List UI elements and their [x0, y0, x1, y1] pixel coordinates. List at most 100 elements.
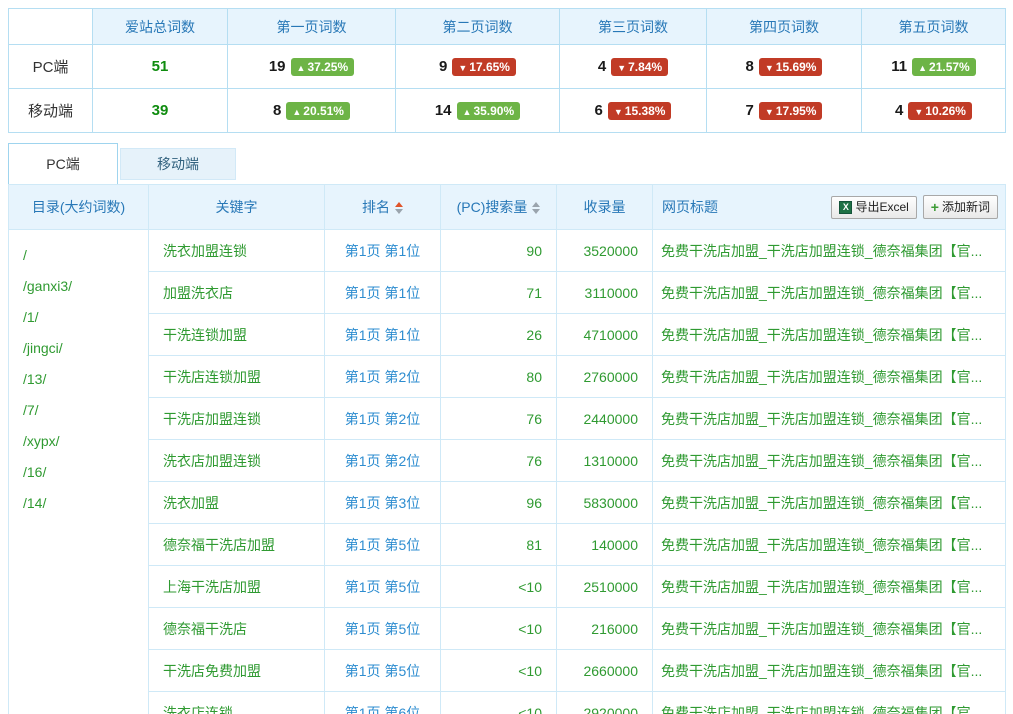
- down-arrow-icon: ▼: [614, 107, 623, 117]
- table-row: 德奈福干洗店 第1页 第5位 <10 216000 免费干洗店加盟_干洗店加盟连…: [9, 608, 1006, 650]
- rank-link[interactable]: 第1页 第3位: [325, 482, 441, 524]
- indexed-count-cell: 2440000: [557, 398, 653, 440]
- word-count: 8: [273, 102, 281, 119]
- change-percent: 10.26%: [925, 104, 966, 118]
- page-title-cell: 免费干洗店加盟_干洗店加盟连锁_德奈福集团【官...: [653, 356, 1006, 398]
- rank-link[interactable]: 第1页 第2位: [325, 398, 441, 440]
- tab-pc[interactable]: PC端: [8, 143, 118, 184]
- page-word-cell: 7▼17.95%: [707, 89, 862, 133]
- table-row: 干洗店加盟连锁 第1页 第2位 76 2440000 免费干洗店加盟_干洗店加盟…: [9, 398, 1006, 440]
- device-label: PC端: [9, 45, 93, 89]
- up-badge: ▲21.57%: [912, 58, 976, 76]
- keyword-cell: 上海干洗店加盟: [149, 566, 325, 608]
- keyword-table-body: //ganxi3//1//jingci//13//7//xypx//16//14…: [9, 230, 1006, 714]
- rank-link[interactable]: 第1页 第5位: [325, 524, 441, 566]
- page-title-cell: 免费干洗店加盟_干洗店加盟连锁_德奈福集团【官...: [653, 650, 1006, 692]
- page-word-cell: 8▼15.69%: [707, 45, 862, 89]
- page-word-cell: 9▼17.65%: [396, 45, 560, 89]
- down-badge: ▼15.38%: [608, 102, 672, 120]
- rank-link[interactable]: 第1页 第2位: [325, 440, 441, 482]
- keyword-cell: 德奈福干洗店加盟: [149, 524, 325, 566]
- page-title-cell: 免费干洗店加盟_干洗店加盟连锁_德奈福集团【官...: [653, 692, 1006, 714]
- rank-link[interactable]: 第1页 第2位: [325, 356, 441, 398]
- rank-link[interactable]: 第1页 第5位: [325, 650, 441, 692]
- rank-link[interactable]: 第1页 第1位: [325, 272, 441, 314]
- indexed-count-cell: 2920000: [557, 692, 653, 714]
- down-arrow-icon: ▼: [765, 107, 774, 117]
- down-badge: ▼15.69%: [759, 58, 823, 76]
- directory-item[interactable]: /jingci/: [23, 333, 148, 364]
- directory-item[interactable]: /13/: [23, 364, 148, 395]
- summary-row: 移动端 39 8▲20.51% 14▲35.90% 6▼15.38% 7▼17.…: [9, 89, 1006, 133]
- summary-header-page3: 第三页词数: [560, 9, 707, 45]
- up-badge: ▲37.25%: [291, 58, 355, 76]
- directory-item[interactable]: /7/: [23, 395, 148, 426]
- up-arrow-icon: ▲: [292, 107, 301, 117]
- total-word-count: 51: [93, 45, 228, 89]
- directory-item[interactable]: /xypx/: [23, 426, 148, 457]
- summary-row: PC端 51 19▲37.25% 9▼17.65% 4▼7.84% 8▼15.6…: [9, 45, 1006, 89]
- page-word-cell: 4▼7.84%: [560, 45, 707, 89]
- keyword-table-header-row: 目录(大约词数) 关键字 排名 (PC)搜索量 收录量 网页标题: [9, 185, 1006, 230]
- table-row: 洗衣店加盟连锁 第1页 第2位 76 1310000 免费干洗店加盟_干洗店加盟…: [9, 440, 1006, 482]
- page-title-cell: 免费干洗店加盟_干洗店加盟连锁_德奈福集团【官...: [653, 524, 1006, 566]
- table-row: 洗衣店连锁 第1页 第6位 <10 2920000 免费干洗店加盟_干洗店加盟连…: [9, 692, 1006, 714]
- directory-item[interactable]: /16/: [23, 457, 148, 488]
- word-count: 19: [269, 58, 286, 75]
- col-header-search-volume[interactable]: (PC)搜索量: [441, 185, 557, 230]
- total-word-count: 39: [93, 89, 228, 133]
- directory-item[interactable]: /ganxi3/: [23, 271, 148, 302]
- down-badge: ▼17.65%: [452, 58, 516, 76]
- tab-mobile[interactable]: 移动端: [120, 148, 236, 180]
- page-title-cell: 免费干洗店加盟_干洗店加盟连锁_德奈福集团【官...: [653, 440, 1006, 482]
- search-volume-cell: 90: [441, 230, 557, 272]
- keyword-cell: 德奈福干洗店: [149, 608, 325, 650]
- plus-icon: +: [931, 200, 939, 214]
- directory-item[interactable]: /1/: [23, 302, 148, 333]
- rank-link[interactable]: 第1页 第5位: [325, 566, 441, 608]
- rank-link[interactable]: 第1页 第1位: [325, 230, 441, 272]
- change-percent: 21.57%: [929, 60, 970, 74]
- seo-keyword-dashboard: 爱站总词数 第一页词数 第二页词数 第三页词数 第四页词数 第五页词数 PC端 …: [0, 0, 1013, 714]
- keyword-cell: 洗衣店加盟连锁: [149, 440, 325, 482]
- directory-item[interactable]: /: [23, 240, 148, 271]
- indexed-count-cell: 2510000: [557, 566, 653, 608]
- page-title-cell: 免费干洗店加盟_干洗店加盟连锁_德奈福集团【官...: [653, 608, 1006, 650]
- change-percent: 17.95%: [776, 104, 817, 118]
- directory-item[interactable]: /14/: [23, 488, 148, 519]
- up-arrow-icon: ▲: [463, 107, 472, 117]
- search-volume-cell: 76: [441, 398, 557, 440]
- page-title-cell: 免费干洗店加盟_干洗店加盟连锁_德奈福集团【官...: [653, 482, 1006, 524]
- word-count: 4: [598, 58, 606, 75]
- search-volume-cell: <10: [441, 566, 557, 608]
- export-excel-button[interactable]: X 导出Excel: [831, 196, 916, 219]
- page-title-cell: 免费干洗店加盟_干洗店加盟连锁_德奈福集团【官...: [653, 314, 1006, 356]
- rank-link[interactable]: 第1页 第6位: [325, 692, 441, 714]
- word-count: 4: [895, 102, 903, 119]
- summary-body: PC端 51 19▲37.25% 9▼17.65% 4▼7.84% 8▼15.6…: [9, 45, 1006, 133]
- down-arrow-icon: ▼: [914, 107, 923, 117]
- keyword-cell: 干洗店连锁加盟: [149, 356, 325, 398]
- col-header-rank[interactable]: 排名: [325, 185, 441, 230]
- indexed-count-cell: 216000: [557, 608, 653, 650]
- search-volume-cell: <10: [441, 692, 557, 714]
- sort-icon[interactable]: [395, 202, 403, 214]
- col-header-keyword: 关键字: [149, 185, 325, 230]
- table-row: 洗衣加盟 第1页 第3位 96 5830000 免费干洗店加盟_干洗店加盟连锁_…: [9, 482, 1006, 524]
- table-row: 干洗店连锁加盟 第1页 第2位 80 2760000 免费干洗店加盟_干洗店加盟…: [9, 356, 1006, 398]
- col-header-title: 网页标题 X 导出Excel + 添加新词: [653, 185, 1006, 230]
- table-row: 德奈福干洗店加盟 第1页 第5位 81 140000 免费干洗店加盟_干洗店加盟…: [9, 524, 1006, 566]
- add-keyword-button[interactable]: + 添加新词: [923, 195, 998, 219]
- rank-link[interactable]: 第1页 第1位: [325, 314, 441, 356]
- down-arrow-icon: ▼: [617, 63, 626, 73]
- summary-header-blank: [9, 9, 93, 45]
- page-title-cell: 免费干洗店加盟_干洗店加盟连锁_德奈福集团【官...: [653, 272, 1006, 314]
- excel-icon: X: [839, 201, 852, 214]
- search-volume-cell: <10: [441, 608, 557, 650]
- page-word-cell: 14▲35.90%: [396, 89, 560, 133]
- rank-link[interactable]: 第1页 第5位: [325, 608, 441, 650]
- up-arrow-icon: ▲: [918, 63, 927, 73]
- sort-icon[interactable]: [532, 202, 540, 214]
- search-volume-cell: 71: [441, 272, 557, 314]
- search-volume-cell: <10: [441, 650, 557, 692]
